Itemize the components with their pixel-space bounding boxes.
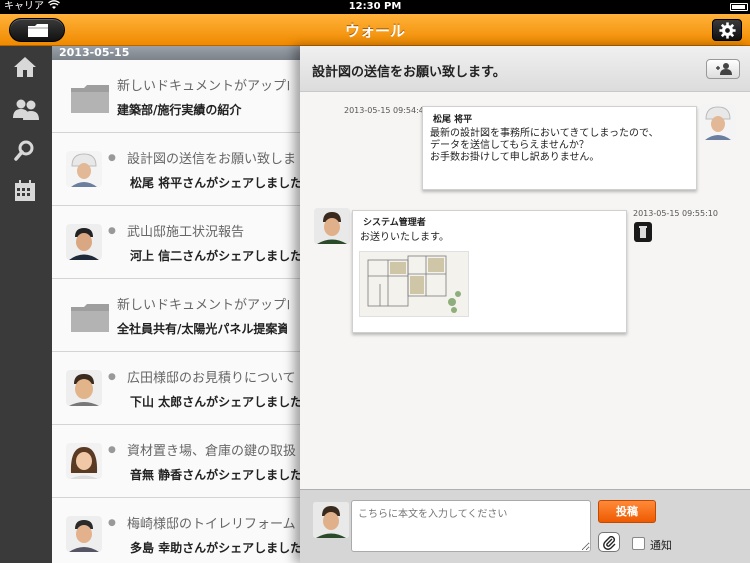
message-sender: システム管理者: [363, 218, 426, 228]
list-item[interactable]: 新しいドキュメントがアップロ 建築部/施行実績の紹介: [52, 60, 300, 133]
avatar: [66, 151, 102, 187]
paperclip-icon: [603, 536, 616, 550]
nav-bar: ウォール: [0, 14, 750, 46]
calendar-icon[interactable]: [12, 178, 40, 206]
avatar: [314, 208, 350, 244]
thread-header: 設計図の送信をお願い致します。: [300, 46, 750, 92]
message-body: 最新の設計図を事務所においてきてしまったので、 データを送信してもらえませんか？…: [430, 128, 659, 163]
attach-button[interactable]: [598, 532, 620, 552]
folder-icon: [71, 304, 109, 332]
list-item-title: 梅崎様邸のトイレリフォーム: [127, 517, 296, 532]
avatar: [66, 224, 102, 260]
thread-panel: 設計図の送信をお願い致します。 2013-05-15 09:54:45 松尾 将…: [300, 46, 750, 563]
list-item-title: 広田様邸のお見積りについて: [127, 371, 296, 386]
avatar: [313, 502, 349, 538]
avatar: [66, 516, 102, 552]
list-item-title: 新しいドキュメントがアップロ: [117, 79, 289, 94]
list-item[interactable]: 新しいドキュメントがアップロ 全社員共有/太陽光パネル提案資料: [52, 279, 300, 352]
list-item-subtitle: 松尾 将平さんがシェアしました: [130, 176, 300, 190]
list-item-subtitle: 下山 太郎さんがシェアしました: [130, 395, 300, 409]
list-item[interactable]: ● 武山邸施工状況報告 河上 信二さんがシェアしました: [52, 206, 300, 279]
avatar: [66, 443, 102, 479]
list-item-subtitle: 建築部/施行実績の紹介: [117, 103, 242, 117]
message-bubble: システム管理者 お送りいたします。: [352, 210, 627, 333]
gear-icon: [719, 22, 736, 39]
comment-icon: ●: [108, 226, 116, 236]
message-input[interactable]: [351, 500, 591, 552]
status-time: 12:30 PM: [348, 1, 402, 12]
members-button[interactable]: [706, 59, 740, 79]
message-body: お送りいたします。: [360, 232, 449, 243]
settings-button[interactable]: [712, 19, 742, 41]
message-bubble: 松尾 将平 最新の設計図を事務所においてきてしまったので、 データを送信してもら…: [422, 106, 697, 190]
thread-title: 設計図の送信をお願い致します。: [312, 65, 506, 80]
message-sender: 松尾 将平: [433, 115, 473, 125]
list-item[interactable]: ● 梅崎様邸のトイレリフォーム 多島 幸助さんがシェアしました: [52, 498, 300, 563]
message-time: 2013-05-15 09:54:45: [344, 106, 429, 115]
message-time: 2013-05-15 09:55:10: [633, 209, 718, 218]
avatar: [700, 104, 736, 140]
avatar: [66, 370, 102, 406]
list-item-subtitle: 音無 静香さんがシェアしました: [130, 468, 300, 482]
search-icon[interactable]: [12, 138, 40, 166]
battery-icon: [730, 3, 748, 11]
home-icon[interactable]: [12, 54, 40, 82]
attachment-image[interactable]: [359, 251, 469, 317]
list-item-subtitle: 河上 信二さんがシェアしました: [130, 249, 300, 263]
comment-icon: ●: [108, 153, 116, 163]
list-item-title: 新しいドキュメントがアップロ: [117, 298, 289, 313]
list-item-subtitle: 全社員共有/太陽光パネル提案資料: [117, 322, 287, 336]
list-item[interactable]: ● 設計図の送信をお願い致しま 松尾 将平さんがシェアしました: [52, 133, 300, 206]
trash-icon: [639, 226, 647, 238]
list-item-title: 資材置き場、倉庫の鍵の取扱: [127, 444, 297, 459]
notify-checkbox[interactable]: [632, 537, 645, 550]
wall-list: 2013-05-15 新しいドキュメントがアップロ 建築部/施行実績の紹介 ● …: [52, 46, 300, 563]
folder-icon: [71, 85, 109, 113]
list-item[interactable]: ● 広田様邸のお見積りについて 下山 太郎さんがシェアしました: [52, 352, 300, 425]
delete-button[interactable]: [634, 222, 652, 242]
notify-label: 通知: [650, 539, 672, 552]
date-header: 2013-05-15: [52, 46, 300, 60]
person-icon: [716, 63, 732, 75]
post-button[interactable]: 投稿: [598, 500, 656, 523]
list-item-title: 設計図の送信をお願い致しま: [127, 152, 297, 167]
compose-bar: 投稿 通知: [300, 489, 750, 563]
list-item-title: 武山邸施工状況報告: [127, 225, 245, 240]
people-icon[interactable]: [12, 96, 40, 124]
nav-title: ウォール: [344, 22, 405, 40]
status-bar: キャリア 12:30 PM: [0, 0, 750, 14]
list-item-subtitle: 多島 幸助さんがシェアしました: [130, 541, 300, 555]
comment-icon: ●: [108, 372, 116, 382]
side-nav: [0, 46, 52, 563]
list-item[interactable]: ● 資材置き場、倉庫の鍵の取扱 音無 静香さんがシェアしました: [52, 425, 300, 498]
comment-icon: ●: [108, 518, 116, 528]
comment-icon: ●: [108, 445, 116, 455]
